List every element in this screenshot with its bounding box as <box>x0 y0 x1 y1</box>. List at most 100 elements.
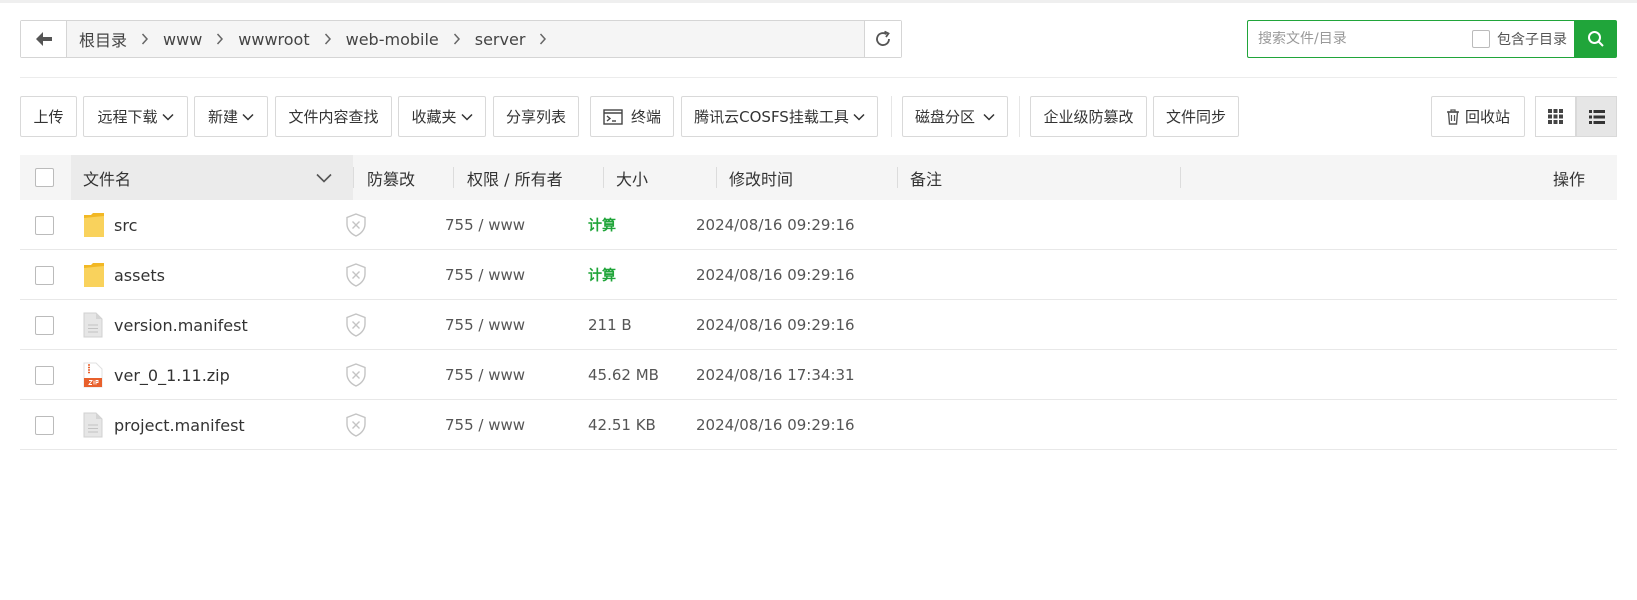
file-size: 211 B <box>588 316 632 334</box>
disk-partition-button[interactable]: 磁盘分区 <box>902 96 1008 137</box>
file-name[interactable]: ver_0_1.11.zip <box>114 350 230 400</box>
size-calc-link[interactable]: 计算 <box>588 200 616 250</box>
row-checkbox[interactable] <box>35 315 54 335</box>
file-size: 42.51 KB <box>588 416 656 434</box>
search-input[interactable] <box>1258 31 1468 47</box>
perm-owner[interactable]: 755 / www <box>445 200 525 250</box>
folder-icon <box>83 250 105 300</box>
terminal-label: 终端 <box>630 108 661 126</box>
column-divider <box>603 167 604 188</box>
table-row[interactable]: project.manifest 755 / www 42.51 KB 2024… <box>20 400 1617 450</box>
chevron-right-icon <box>206 33 234 45</box>
breadcrumb-item-wwwroot[interactable]: wwwroot <box>234 30 313 49</box>
search-button[interactable] <box>1574 20 1617 58</box>
chevron-right-icon[interactable] <box>529 33 557 45</box>
table-row[interactable]: src 755 / www 计算 2024/08/16 09:29:16 <box>20 200 1617 250</box>
toolbar-separator <box>1019 96 1020 137</box>
tamper-proof-button[interactable]: 企业级防篡改 <box>1030 96 1147 137</box>
table-row[interactable]: ver_0_1.11.zip 755 / www 45.62 MB 2024/0… <box>20 350 1617 400</box>
cosfs-tool-button[interactable]: 腾讯云COSFS挂载工具 <box>681 96 878 137</box>
view-toggle <box>1535 96 1617 137</box>
shield-icon[interactable] <box>345 300 367 350</box>
column-divider <box>897 167 898 188</box>
remote-download-button[interactable]: 远程下载 <box>83 96 188 137</box>
search-field-wrapper: 包含子目录 <box>1247 20 1574 58</box>
shield-icon[interactable] <box>345 350 367 400</box>
breadcrumb-item-www[interactable]: www <box>159 30 206 49</box>
folder-icon <box>83 200 105 250</box>
column-divider <box>716 167 717 188</box>
header-modified[interactable]: 修改时间 <box>729 155 793 200</box>
size-calc-link[interactable]: 计算 <box>588 250 616 300</box>
upload-button[interactable]: 上传 <box>20 96 77 137</box>
new-button[interactable]: 新建 <box>194 96 268 137</box>
modified-time: 2024/08/16 09:29:16 <box>696 316 855 334</box>
modified-time: 2024/08/16 09:29:16 <box>696 216 855 234</box>
perm-owner[interactable]: 755 / www <box>445 400 525 450</box>
recycle-bin-button[interactable]: 回收站 <box>1431 96 1525 137</box>
trash-icon <box>1446 108 1460 125</box>
tamper-proof-label: 企业级防篡改 <box>1043 108 1134 126</box>
file-size: 45.62 MB <box>588 366 659 384</box>
new-label: 新建 <box>207 108 238 126</box>
modified-time: 2024/08/16 17:34:31 <box>696 366 855 384</box>
favorites-label: 收藏夹 <box>411 108 457 126</box>
row-checkbox-cell <box>35 350 54 400</box>
content-search-button[interactable]: 文件内容查找 <box>275 96 392 137</box>
address-bar: 根目录 www wwwroot web-mobile server <box>20 20 902 58</box>
share-list-button[interactable]: 分享列表 <box>493 96 579 137</box>
shield-icon[interactable] <box>345 200 367 250</box>
row-checkbox-cell <box>35 400 54 450</box>
back-button[interactable] <box>21 21 67 57</box>
file-name[interactable]: version.manifest <box>114 300 248 350</box>
chevron-right-icon <box>131 33 159 45</box>
select-all-checkbox[interactable] <box>35 168 54 187</box>
chevron-right-icon <box>314 33 342 45</box>
shield-icon[interactable] <box>345 400 367 450</box>
terminal-icon <box>603 108 623 125</box>
grid-view-button[interactable] <box>1535 96 1576 137</box>
breadcrumb-item-root[interactable]: 根目录 <box>75 27 131 51</box>
header-remark: 备注 <box>910 169 943 189</box>
list-view-button[interactable] <box>1576 96 1617 137</box>
terminal-button[interactable]: 终端 <box>590 96 674 137</box>
grid-icon <box>1548 109 1563 124</box>
shield-icon[interactable] <box>345 250 367 300</box>
file-table: 文件名 防篡改 权限 / 所有者 大小 修改时间 备注 操作 src 755 /… <box>20 155 1617 450</box>
breadcrumb: 根目录 www wwwroot web-mobile server <box>67 21 864 57</box>
row-checkbox[interactable] <box>35 415 54 435</box>
row-checkbox-cell <box>35 250 54 300</box>
header-size[interactable]: 大小 <box>616 155 648 200</box>
favorites-button[interactable]: 收藏夹 <box>398 96 486 137</box>
row-checkbox[interactable] <box>35 215 54 235</box>
file-name[interactable]: assets <box>114 250 165 300</box>
file-search: 包含子目录 <box>1247 20 1617 58</box>
file-name[interactable]: project.manifest <box>114 400 245 450</box>
chevron-down-icon <box>983 113 995 121</box>
table-row[interactable]: assets 755 / www 计算 2024/08/16 09:29:16 <box>20 250 1617 300</box>
perm-owner[interactable]: 755 / www <box>445 300 525 350</box>
perm-owner[interactable]: 755 / www <box>445 250 525 300</box>
file-name[interactable]: src <box>114 200 137 250</box>
table-header: 文件名 防篡改 权限 / 所有者 大小 修改时间 备注 操作 <box>20 155 1617 200</box>
perm-owner[interactable]: 755 / www <box>445 350 525 400</box>
recycle-bin-label: 回收站 <box>1464 108 1510 126</box>
row-checkbox-cell <box>35 300 54 350</box>
breadcrumb-item-web-mobile[interactable]: web-mobile <box>342 30 443 49</box>
column-divider <box>353 167 354 188</box>
row-checkbox[interactable] <box>35 365 54 385</box>
select-all-cell <box>35 155 54 200</box>
cosfs-tool-label: 腾讯云COSFS挂载工具 <box>694 108 849 126</box>
header-name[interactable]: 文件名 <box>83 155 131 200</box>
breadcrumb-item-server[interactable]: server <box>471 30 530 49</box>
include-subdir-toggle[interactable]: 包含子目录 <box>1472 29 1567 49</box>
row-checkbox[interactable] <box>35 265 54 285</box>
header-perm-owner[interactable]: 权限 / 所有者 <box>467 155 563 200</box>
refresh-button[interactable] <box>864 21 901 57</box>
table-row[interactable]: version.manifest 755 / www 211 B 2024/08… <box>20 300 1617 350</box>
chevron-down-icon <box>853 113 865 121</box>
include-subdir-checkbox[interactable] <box>1472 30 1490 48</box>
file-sync-button[interactable]: 文件同步 <box>1153 96 1239 137</box>
sort-chevron-icon[interactable] <box>316 155 332 200</box>
include-subdir-label: 包含子目录 <box>1497 32 1567 48</box>
